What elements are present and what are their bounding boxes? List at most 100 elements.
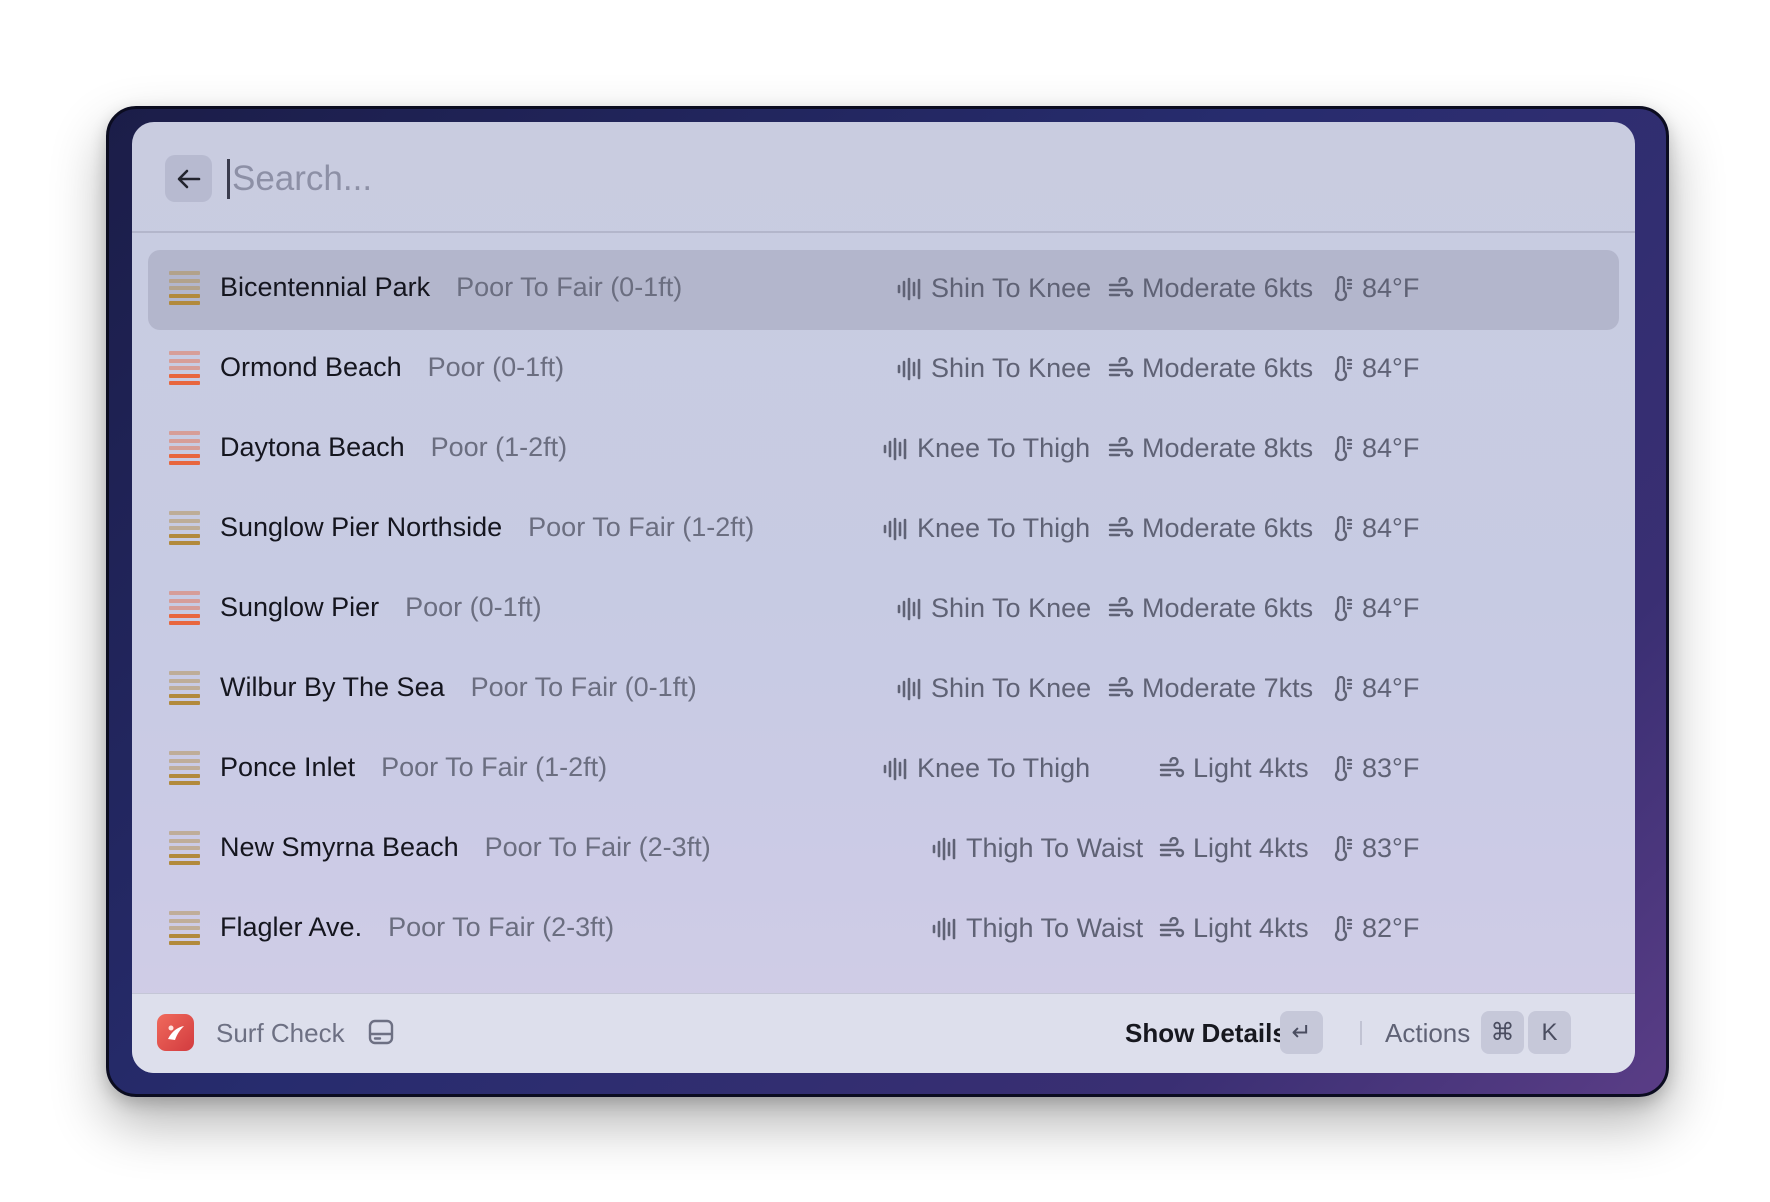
row-title-group: Daytona Beach Poor (1-2ft)	[220, 432, 567, 463]
thermometer-icon	[1332, 915, 1362, 942]
wind-speed: Moderate 6kts	[1108, 513, 1313, 544]
wave-height: Shin To Knee	[897, 673, 1091, 704]
wind-speed-text: Light 4kts	[1193, 753, 1309, 783]
command-key-hint: ⌘	[1481, 1011, 1524, 1054]
result-row[interactable]: Flagler Ave. Poor To Fair (2-3ft) Thigh To…	[148, 890, 1619, 970]
actions-button[interactable]: Actions	[1385, 1018, 1470, 1049]
surf-rating-icon	[169, 351, 200, 387]
row-title-group: Wilbur By The Sea Poor To Fair (0-1ft)	[220, 672, 697, 703]
wind-speed-text: Moderate 7kts	[1142, 673, 1314, 703]
wind-speed-text: Light 4kts	[1193, 913, 1309, 943]
waveform-icon	[883, 437, 917, 461]
wave-height: Knee To Thigh	[883, 433, 1090, 464]
waveform-icon	[897, 597, 931, 621]
wave-height: Thigh To Waist	[932, 913, 1143, 944]
water-temp: 82°F	[1332, 913, 1419, 944]
wind-icon	[1108, 276, 1142, 301]
wave-height: Shin To Knee	[897, 353, 1091, 384]
search-bar	[132, 122, 1635, 233]
surf-rating-icon	[169, 831, 200, 867]
result-row[interactable]: Bicentennial Park Poor To Fair (0-1ft) Shi…	[148, 250, 1619, 330]
thermometer-icon	[1332, 755, 1362, 782]
water-temp: 83°F	[1332, 753, 1419, 784]
result-row[interactable]: Ponce Inlet Poor To Fair (1-2ft) Knee To T…	[148, 730, 1619, 810]
water-temp: 84°F	[1332, 353, 1419, 384]
surf-rating-icon	[169, 271, 200, 307]
surf-rating-icon	[169, 911, 200, 947]
surf-rating-icon	[169, 671, 200, 707]
wind-speed-text: Moderate 6kts	[1142, 353, 1314, 383]
water-temp: 83°F	[1332, 833, 1419, 864]
water-temp: 84°F	[1332, 673, 1419, 704]
waveform-icon	[883, 757, 917, 781]
row-title-group: Ormond Beach Poor (0-1ft)	[220, 352, 564, 383]
wave-height-text: Knee To Thigh	[917, 513, 1091, 543]
water-temp-text: 84°F	[1362, 513, 1420, 543]
show-details-button[interactable]: Show Details	[1125, 1018, 1287, 1049]
waveform-icon	[932, 837, 966, 861]
spot-name: Ponce Inlet	[220, 752, 356, 782]
water-temp: 84°F	[1332, 593, 1419, 624]
wind-icon	[1159, 756, 1193, 781]
spot-name: Flagler Ave.	[220, 912, 363, 942]
result-row[interactable]: Sunglow Pier Northside Poor To Fair (1-2f…	[148, 490, 1619, 570]
result-row[interactable]: New Smyrna Beach Poor To Fair (2-3ft) Thig…	[148, 810, 1619, 890]
water-temp-text: 84°F	[1362, 433, 1420, 463]
wind-speed-text: Light 4kts	[1193, 833, 1309, 863]
wind-icon	[1108, 596, 1142, 621]
wind-speed-text: Moderate 6kts	[1142, 273, 1314, 303]
wave-height: Shin To Knee	[897, 593, 1091, 624]
wind-speed: Light 4kts	[1159, 753, 1309, 784]
row-title-group: Ponce Inlet Poor To Fair (1-2ft)	[220, 752, 607, 783]
wind-icon	[1108, 436, 1142, 461]
water-temp-text: 84°F	[1362, 353, 1420, 383]
water-temp-text: 83°F	[1362, 833, 1420, 863]
surf-condition: Poor To Fair (1-2ft)	[528, 512, 755, 542]
row-title-group: Sunglow Pier Poor (0-1ft)	[220, 592, 542, 623]
wave-height: Thigh To Waist	[932, 833, 1143, 864]
spot-name: Ormond Beach	[220, 352, 402, 382]
waveform-icon	[883, 517, 917, 541]
search-input[interactable]	[228, 150, 1582, 208]
wave-height-text: Knee To Thigh	[917, 433, 1091, 463]
result-row[interactable]: Wilbur By The Sea Poor To Fair (0-1ft) Shi…	[148, 650, 1619, 730]
spot-name: Bicentennial Park	[220, 272, 431, 302]
spot-name: New Smyrna Beach	[220, 832, 459, 862]
drive-icon[interactable]	[367, 1018, 395, 1051]
back-button[interactable]	[165, 155, 212, 202]
surf-condition: Poor To Fair (0-1ft)	[456, 272, 683, 302]
wind-icon	[1159, 916, 1193, 941]
result-row[interactable]: Daytona Beach Poor (1-2ft) Knee To Thigh Mo…	[148, 410, 1619, 490]
row-title-group: New Smyrna Beach Poor To Fair (2-3ft)	[220, 832, 711, 863]
water-temp: 84°F	[1332, 433, 1419, 464]
thermometer-icon	[1332, 275, 1362, 302]
spot-name: Sunglow Pier Northside	[220, 512, 503, 542]
row-title-group: Bicentennial Park Poor To Fair (0-1ft)	[220, 272, 682, 303]
surf-condition: Poor To Fair (2-3ft)	[484, 832, 711, 862]
waveform-icon	[932, 917, 966, 941]
thermometer-icon	[1332, 515, 1362, 542]
thermometer-icon	[1332, 595, 1362, 622]
wind-speed: Moderate 7kts	[1108, 673, 1313, 704]
wind-icon	[1108, 516, 1142, 541]
surf-check-app-icon	[157, 1014, 194, 1051]
app-name: Surf Check	[216, 1018, 345, 1048]
row-title-group: Flagler Ave. Poor To Fair (2-3ft)	[220, 912, 614, 943]
k-key-label: K	[1541, 1018, 1558, 1046]
spot-name: Sunglow Pier	[220, 592, 380, 622]
result-row[interactable]: Ormond Beach Poor (0-1ft) Shin To Knee Mode…	[148, 330, 1619, 410]
return-key-icon: ↵	[1291, 1019, 1312, 1046]
surf-condition: Poor To Fair (1-2ft)	[381, 752, 608, 782]
result-row[interactable]: Sunglow Pier Poor (0-1ft) Shin To Knee Mode…	[148, 570, 1619, 650]
wave-height-text: Shin To Knee	[931, 273, 1092, 303]
wave-height-text: Shin To Knee	[931, 353, 1092, 383]
surf-rating-icon	[169, 511, 200, 547]
arrow-left-icon	[177, 169, 201, 189]
wave-height-text: Shin To Knee	[931, 673, 1092, 703]
waveform-icon	[897, 357, 931, 381]
water-temp-text: 84°F	[1362, 273, 1420, 303]
spot-name: Wilbur By The Sea	[220, 672, 445, 702]
wave-height-text: Knee To Thigh	[917, 753, 1091, 783]
water-temp-text: 84°F	[1362, 673, 1420, 703]
wind-speed: Moderate 6kts	[1108, 273, 1313, 304]
